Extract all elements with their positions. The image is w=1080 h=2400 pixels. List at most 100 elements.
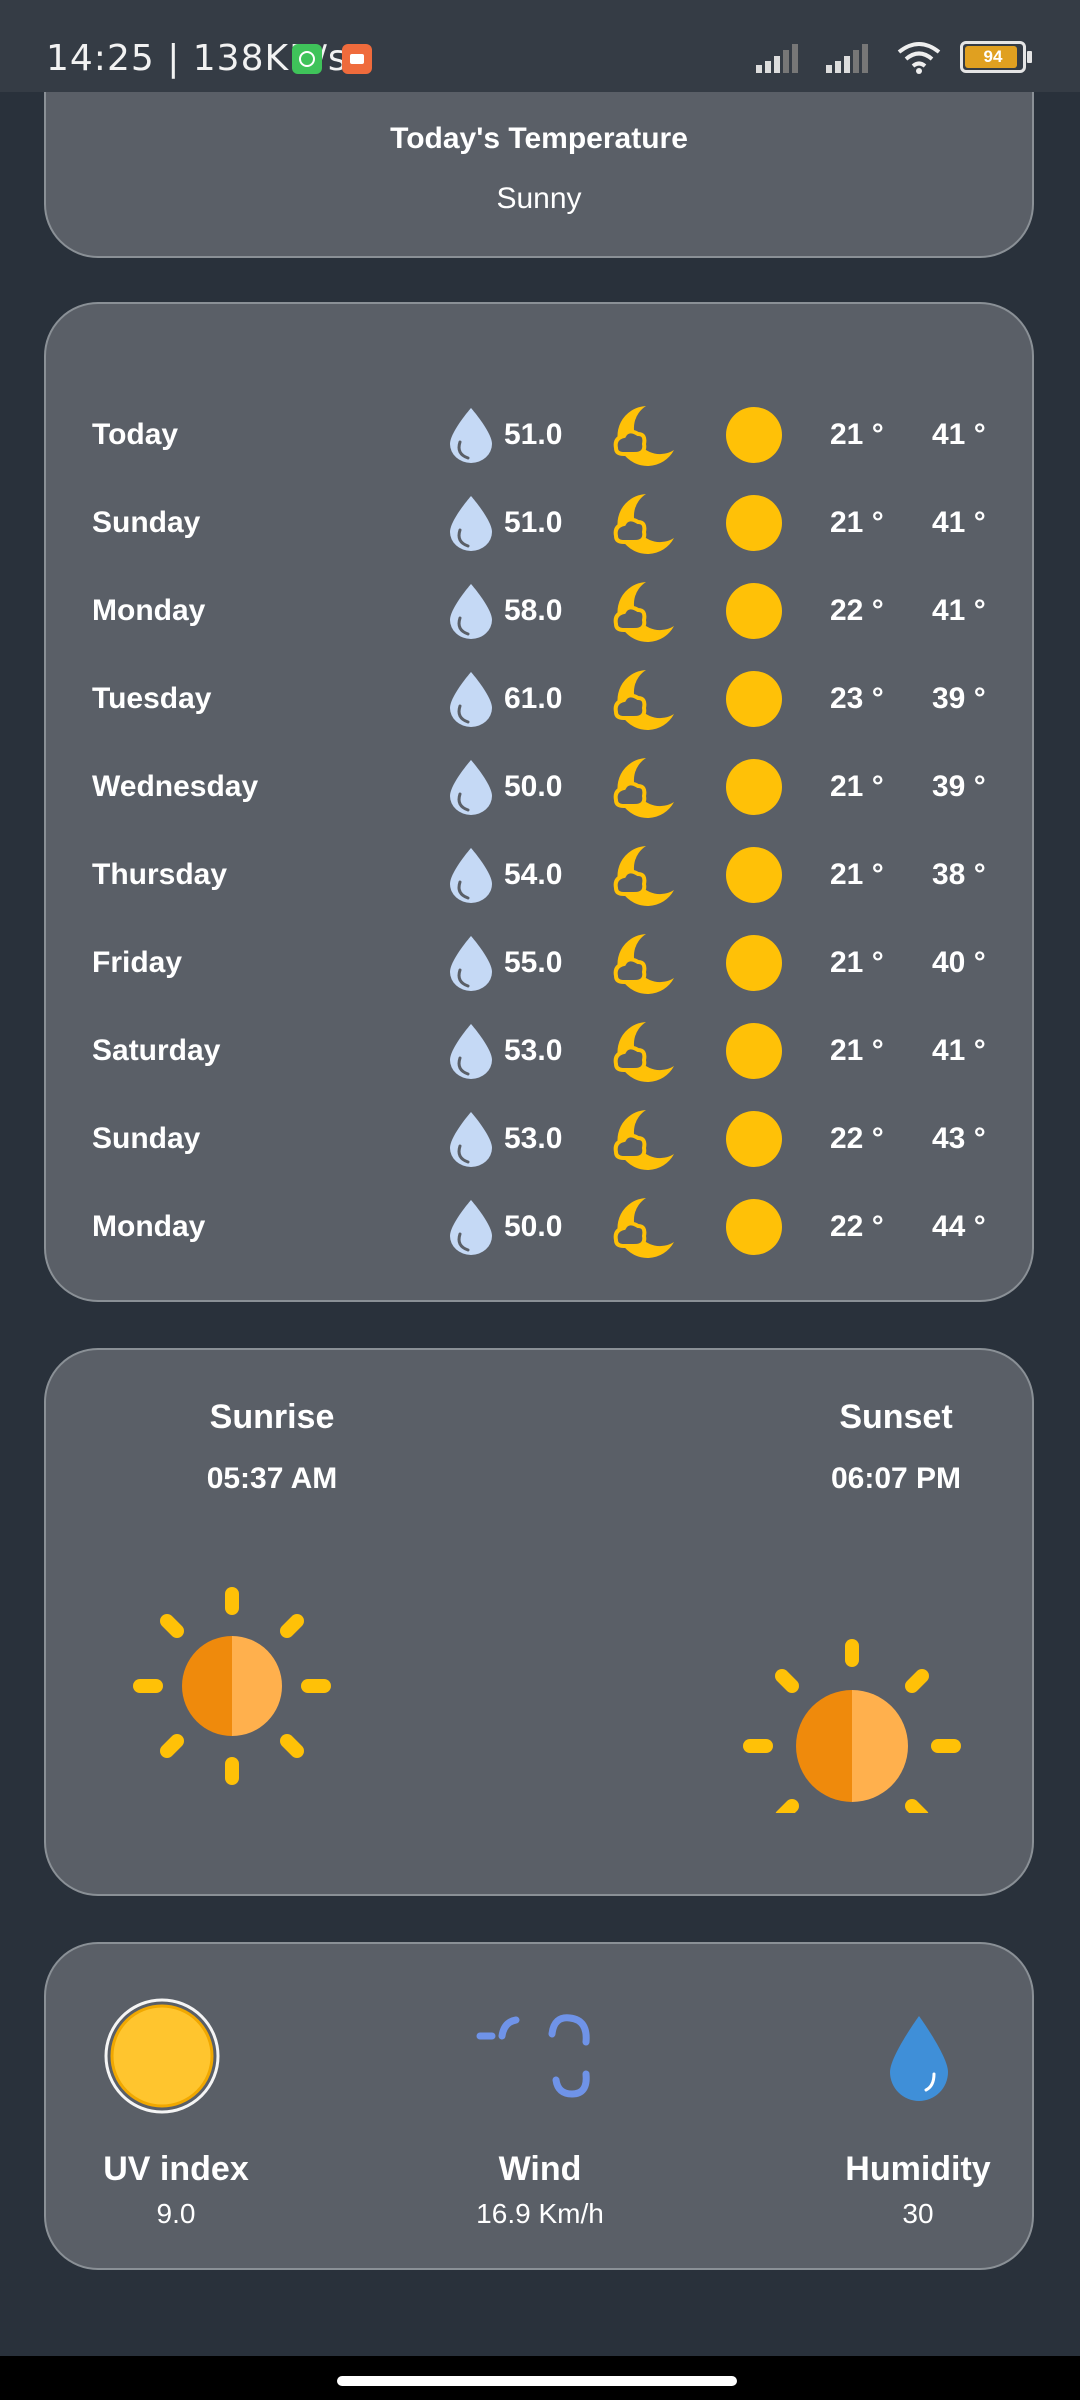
forecast-max-temp: 43 ° — [932, 1122, 986, 1155]
moon-cloud-icon — [613, 1110, 674, 1170]
forecast-precip: 50.0 — [504, 1210, 563, 1243]
moon-cloud-icon — [613, 846, 674, 906]
sunrise-sunset-card: Sunrise 05:37 AM Sunset 06:07 PM — [44, 1348, 1034, 1896]
raindrop-icon — [450, 672, 492, 727]
forecast-row[interactable]: Sunday 53.0 22 ° 43 ° — [46, 1108, 1032, 1170]
wind-label: Wind — [498, 2150, 582, 2188]
forecast-day: Sunday — [92, 506, 201, 539]
moon-cloud-icon — [613, 934, 674, 994]
moon-cloud-icon — [613, 1198, 674, 1258]
status-icons: 94 — [756, 40, 1032, 74]
forecast-row[interactable]: Saturday 53.0 21 ° 41 ° — [46, 1020, 1032, 1082]
forecast-max-temp: 41 ° — [932, 506, 986, 539]
forecast-min-temp: 22 ° — [830, 594, 884, 627]
wifi-icon — [897, 42, 941, 74]
battery-level: 94 — [983, 47, 1003, 66]
forecast-row[interactable]: Today 51.0 21 ° 41 ° — [46, 404, 1032, 466]
status-bar: 14:25 | 138KB/s 94 — [0, 0, 1080, 92]
forecast-precip: 58.0 — [504, 594, 563, 627]
signal-icon — [826, 44, 868, 73]
forecast-max-temp: 39 ° — [932, 682, 986, 715]
forecast-row[interactable]: Wednesday 50.0 21 ° 39 ° — [46, 756, 1032, 818]
uv-index-value: 9.0 — [156, 2198, 196, 2229]
weather-stats-card: UV index 9.0 Wind 16.9 Km/h Humidity 30 — [44, 1942, 1034, 2270]
uv-sun-icon — [104, 1998, 220, 2114]
forecast-min-temp: 21 ° — [830, 506, 884, 539]
forecast-day: Sunday — [92, 1122, 201, 1155]
today-title: Today's Temperature — [390, 122, 688, 155]
forecast-min-temp: 22 ° — [830, 1210, 884, 1243]
forecast-day: Monday — [92, 1210, 206, 1243]
forecast-precip: 51.0 — [504, 506, 563, 539]
sun-icon — [726, 935, 782, 991]
forecast-row[interactable]: Thursday 54.0 21 ° 38 ° — [46, 844, 1032, 906]
forecast-day: Friday — [92, 946, 183, 979]
raindrop-icon — [450, 760, 492, 815]
forecast-row[interactable]: Sunday 51.0 21 ° 41 ° — [46, 492, 1032, 554]
forecast-precip: 50.0 — [504, 770, 563, 803]
raindrop-icon — [450, 936, 492, 991]
sun-icon — [726, 1111, 782, 1167]
uv-index-label: UV index — [103, 2150, 249, 2188]
forecast-precip: 54.0 — [504, 858, 563, 891]
forecast-precip: 55.0 — [504, 946, 563, 979]
sunset-icon — [743, 1639, 961, 1813]
forecast-min-temp: 23 ° — [830, 682, 884, 715]
forecast-min-temp: 22 ° — [830, 1122, 884, 1155]
forecast-day: Monday — [92, 594, 206, 627]
raindrop-icon — [450, 1200, 492, 1255]
sun-icon — [726, 847, 782, 903]
sunrise-label: Sunrise — [209, 1398, 335, 1436]
wind-icon — [476, 2014, 590, 2098]
forecast-min-temp: 21 ° — [830, 770, 884, 803]
raindrop-icon — [450, 1024, 492, 1079]
forecast-day: Saturday — [92, 1034, 221, 1067]
sun-icon — [726, 407, 782, 463]
raindrop-icon — [450, 1112, 492, 1167]
sun-icon — [726, 759, 782, 815]
raindrop-icon — [450, 584, 492, 639]
moon-cloud-icon — [613, 1022, 674, 1082]
forecast-max-temp: 41 ° — [932, 1034, 986, 1067]
moon-cloud-icon — [613, 494, 674, 554]
forecast-row[interactable]: Friday 55.0 21 ° 40 ° — [46, 932, 1032, 994]
sunset-time: 06:07 PM — [830, 1462, 962, 1495]
sun-icon — [726, 495, 782, 551]
forecast-max-temp: 41 ° — [932, 418, 986, 451]
sun-icon — [726, 1199, 782, 1255]
forecast-max-temp: 44 ° — [932, 1210, 986, 1243]
forecast-row[interactable]: Monday 58.0 22 ° 41 ° — [46, 580, 1032, 642]
home-gesture-handle[interactable] — [337, 2376, 737, 2386]
forecast-max-temp: 38 ° — [932, 858, 986, 891]
forecast-min-temp: 21 ° — [830, 418, 884, 451]
raindrop-icon — [450, 408, 492, 463]
forecast-row[interactable]: Tuesday 61.0 23 ° 39 ° — [46, 668, 1032, 730]
sun-icon — [726, 583, 782, 639]
forecast-day: Today — [92, 418, 179, 451]
forecast-day: Thursday — [92, 858, 228, 891]
forecast-max-temp: 41 ° — [932, 594, 986, 627]
humidity-drop-icon — [890, 2016, 948, 2101]
forecast-day: Wednesday — [92, 770, 259, 803]
today-condition: Sunny — [496, 182, 582, 215]
sunset-label: Sunset — [839, 1398, 953, 1436]
recorder-icon — [342, 44, 372, 74]
forecast-day: Tuesday — [92, 682, 212, 715]
navigation-bar — [0, 2356, 1080, 2400]
sunrise-icon — [133, 1587, 331, 1785]
forecast-card: Today 51.0 21 ° 41 ° Sunday 51.0 21 ° 41… — [44, 302, 1034, 1302]
forecast-min-temp: 21 ° — [830, 946, 884, 979]
humidity-value: 30 — [902, 2198, 934, 2229]
forecast-min-temp: 21 ° — [830, 1034, 884, 1067]
forecast-row[interactable]: Monday 50.0 22 ° 44 ° — [46, 1196, 1032, 1258]
wind-value: 16.9 Km/h — [476, 2198, 604, 2229]
moon-cloud-icon — [613, 758, 674, 818]
raindrop-icon — [450, 848, 492, 903]
forecast-max-temp: 40 ° — [932, 946, 986, 979]
forecast-precip: 61.0 — [504, 682, 563, 715]
sunrise-time: 05:37 AM — [206, 1462, 338, 1495]
forecast-max-temp: 39 ° — [932, 770, 986, 803]
forecast-precip: 53.0 — [504, 1034, 563, 1067]
sun-icon — [726, 1023, 782, 1079]
forecast-precip: 51.0 — [504, 418, 563, 451]
